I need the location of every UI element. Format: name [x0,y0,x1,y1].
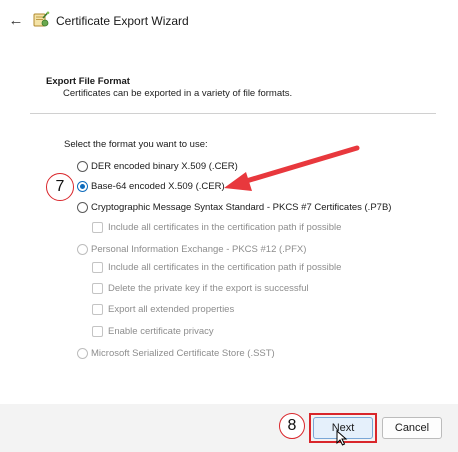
step-7-marker: 7 [46,173,74,201]
mouse-cursor-icon [336,430,348,446]
certificate-export-wizard-window: ← Certificate Export Wizard Export File … [0,0,458,452]
cancel-button[interactable]: Cancel [382,417,442,439]
wizard-footer: 8 Next Cancel [0,404,458,452]
annotation-arrow [224,145,360,191]
step-8-marker: 8 [279,413,305,439]
